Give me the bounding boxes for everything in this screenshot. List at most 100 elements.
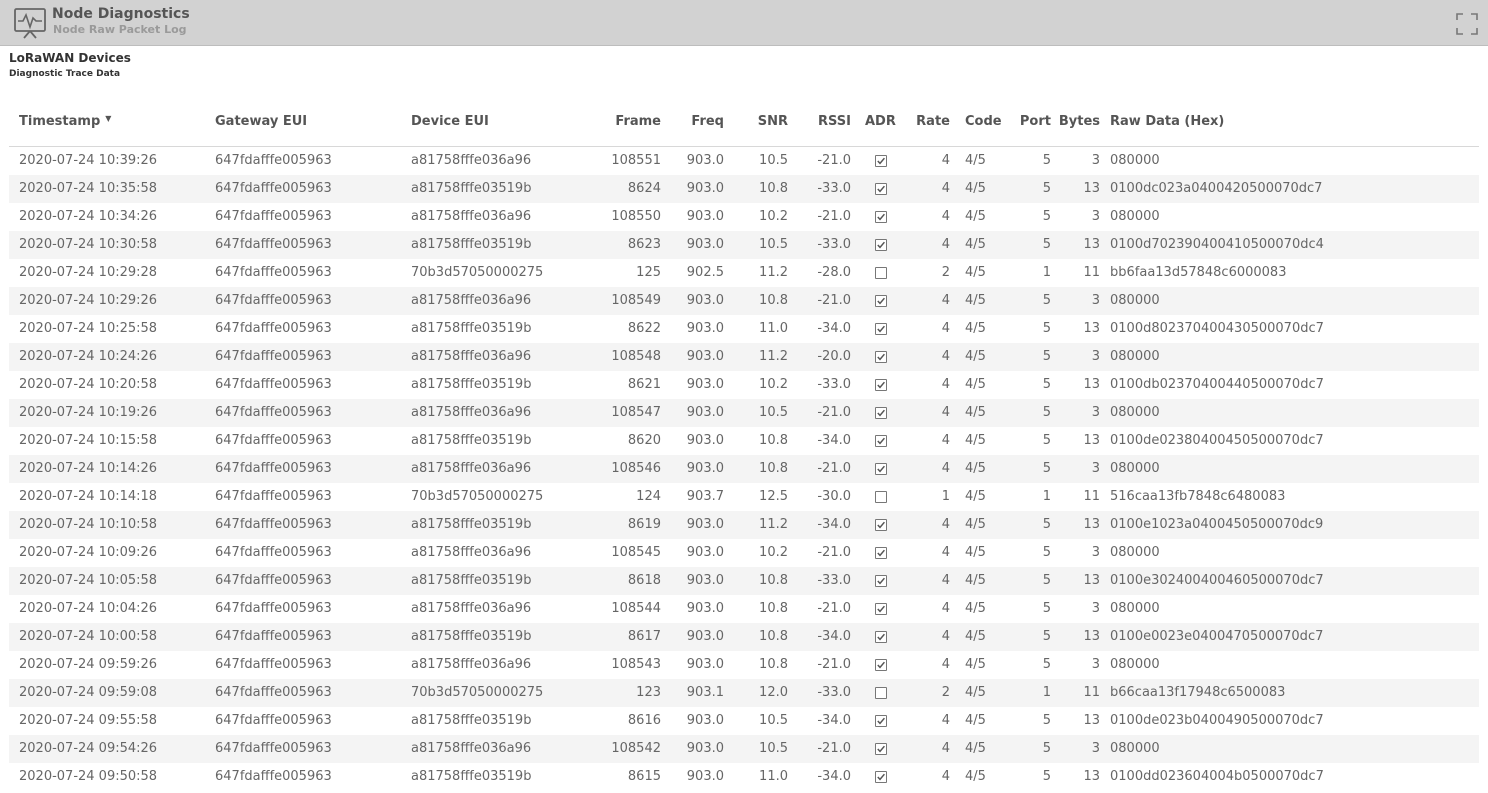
cell-code: 4/5 xyxy=(965,265,986,280)
cell-timestamp: 2020-07-24 10:15:58 xyxy=(19,433,158,448)
cell-raw-data: 0100dd023604004b0500070dc7 xyxy=(1110,769,1324,784)
cell-gateway-eui: 647fdafffe005963 xyxy=(215,629,332,644)
table-row[interactable]: 2020-07-24 10:09:26 647fdafffe005963 a8175… xyxy=(9,539,1479,567)
cell-rate: 4 xyxy=(941,433,950,448)
cell-rssi: -33.0 xyxy=(817,573,851,588)
check-icon xyxy=(877,157,885,165)
table-row[interactable]: 2020-07-24 10:14:18 647fdafffe005963 70b3d… xyxy=(9,483,1479,511)
table-row[interactable]: 2020-07-24 10:35:58 647fdafffe005963 a8175… xyxy=(9,175,1479,203)
table-row[interactable]: 2020-07-24 10:25:58 647fdafffe005963 a8175… xyxy=(9,315,1479,343)
cell-rssi: -33.0 xyxy=(817,181,851,196)
column-header-rate[interactable]: Rate xyxy=(916,114,950,129)
cell-rate: 4 xyxy=(941,349,950,364)
check-icon xyxy=(877,577,885,585)
adr-checkbox-unchecked xyxy=(875,491,887,503)
cell-rate: 4 xyxy=(941,237,950,252)
check-icon xyxy=(877,633,885,641)
cell-freq: 903.0 xyxy=(686,181,724,196)
table-row[interactable]: 2020-07-24 10:29:28 647fdafffe005963 70b3d… xyxy=(9,259,1479,287)
cell-device-eui: a81758fffe036a96 xyxy=(411,153,532,168)
cell-timestamp: 2020-07-24 10:24:26 xyxy=(19,349,158,364)
table-row[interactable]: 2020-07-24 09:50:58 647fdafffe005963 a8175… xyxy=(9,763,1479,791)
table-row[interactable]: 2020-07-24 10:19:26 647fdafffe005963 a8175… xyxy=(9,399,1479,427)
cell-rate: 4 xyxy=(941,517,950,532)
cell-snr: 11.2 xyxy=(759,349,788,364)
cell-code: 4/5 xyxy=(965,601,986,616)
adr-checkbox-checked xyxy=(875,407,887,419)
cell-device-eui: 70b3d57050000275 xyxy=(411,685,544,700)
column-header-raw-data[interactable]: Raw Data (Hex) xyxy=(1110,114,1224,129)
column-header-rssi[interactable]: RSSI xyxy=(818,114,851,129)
table-row[interactable]: 2020-07-24 10:10:58 647fdafffe005963 a8175… xyxy=(9,511,1479,539)
cell-bytes: 13 xyxy=(1083,237,1100,252)
cell-freq: 903.0 xyxy=(686,545,724,560)
table-row[interactable]: 2020-07-24 10:05:58 647fdafffe005963 a8175… xyxy=(9,567,1479,595)
table-row[interactable]: 2020-07-24 09:55:58 647fdafffe005963 a8175… xyxy=(9,707,1479,735)
column-header-bytes[interactable]: Bytes xyxy=(1059,114,1100,129)
cell-freq: 903.0 xyxy=(686,405,724,420)
table-row[interactable]: 2020-07-24 09:54:26 647fdafffe005963 a8175… xyxy=(9,735,1479,763)
column-header-freq[interactable]: Freq xyxy=(691,114,724,129)
cell-rate: 4 xyxy=(941,657,950,672)
cell-raw-data: 080000 xyxy=(1110,657,1160,672)
cell-freq: 903.0 xyxy=(686,629,724,644)
cell-frame: 124 xyxy=(636,489,661,504)
table-row[interactable]: 2020-07-24 10:15:58 647fdafffe005963 a8175… xyxy=(9,427,1479,455)
cell-snr: 10.8 xyxy=(759,461,788,476)
check-icon xyxy=(877,185,885,193)
table-row[interactable]: 2020-07-24 10:39:26 647fdafffe005963 a8175… xyxy=(9,147,1479,175)
column-header-port[interactable]: Port xyxy=(1020,114,1051,129)
cell-device-eui: a81758fffe036a96 xyxy=(411,545,532,560)
cell-rate: 2 xyxy=(941,265,950,280)
cell-gateway-eui: 647fdafffe005963 xyxy=(215,433,332,448)
cell-device-eui: a81758fffe036a96 xyxy=(411,741,532,756)
cell-freq: 903.0 xyxy=(686,461,724,476)
cell-bytes: 3 xyxy=(1091,741,1100,756)
table-row[interactable]: 2020-07-24 10:24:26 647fdafffe005963 a8175… xyxy=(9,343,1479,371)
cell-timestamp: 2020-07-24 10:29:26 xyxy=(19,293,158,308)
table-row[interactable]: 2020-07-24 10:20:58 647fdafffe005963 a8175… xyxy=(9,371,1479,399)
cell-freq: 903.0 xyxy=(686,293,724,308)
fullscreen-icon[interactable] xyxy=(1456,13,1478,35)
column-header-gateway-eui[interactable]: Gateway EUI xyxy=(215,114,307,129)
adr-checkbox-checked xyxy=(875,379,887,391)
cell-freq: 903.0 xyxy=(686,741,724,756)
column-header-adr[interactable]: ADR xyxy=(865,114,896,129)
cell-gateway-eui: 647fdafffe005963 xyxy=(215,685,332,700)
cell-bytes: 13 xyxy=(1083,517,1100,532)
table-row[interactable]: 2020-07-24 10:04:26 647fdafffe005963 a8175… xyxy=(9,595,1479,623)
cell-rssi: -30.0 xyxy=(817,489,851,504)
cell-gateway-eui: 647fdafffe005963 xyxy=(215,153,332,168)
cell-gateway-eui: 647fdafffe005963 xyxy=(215,713,332,728)
cell-frame: 108548 xyxy=(611,349,661,364)
table-row[interactable]: 2020-07-24 10:30:58 647fdafffe005963 a8175… xyxy=(9,231,1479,259)
adr-checkbox-checked xyxy=(875,351,887,363)
cell-port: 5 xyxy=(1042,181,1051,196)
table-row[interactable]: 2020-07-24 10:00:58 647fdafffe005963 a8175… xyxy=(9,623,1479,651)
cell-freq: 903.0 xyxy=(686,769,724,784)
table-row[interactable]: 2020-07-24 10:34:26 647fdafffe005963 a8175… xyxy=(9,203,1479,231)
cell-gateway-eui: 647fdafffe005963 xyxy=(215,181,332,196)
column-header-device-eui[interactable]: Device EUI xyxy=(411,114,489,129)
cell-rssi: -21.0 xyxy=(817,405,851,420)
cell-raw-data: 080000 xyxy=(1110,209,1160,224)
cell-timestamp: 2020-07-24 09:55:58 xyxy=(19,713,158,728)
column-header-snr[interactable]: SNR xyxy=(758,114,788,129)
cell-snr: 12.5 xyxy=(759,489,788,504)
column-header-frame[interactable]: Frame xyxy=(615,114,661,129)
cell-gateway-eui: 647fdafffe005963 xyxy=(215,657,332,672)
cell-code: 4/5 xyxy=(965,545,986,560)
cell-frame: 108551 xyxy=(611,153,661,168)
cell-frame: 8620 xyxy=(627,433,661,448)
cell-snr: 11.0 xyxy=(759,321,788,336)
column-header-timestamp[interactable]: Timestamp ▼ xyxy=(19,114,111,129)
table-row[interactable]: 2020-07-24 10:14:26 647fdafffe005963 a8175… xyxy=(9,455,1479,483)
cell-rssi: -34.0 xyxy=(817,713,851,728)
column-header-code[interactable]: Code xyxy=(965,114,1002,129)
table-row[interactable]: 2020-07-24 10:29:26 647fdafffe005963 a8175… xyxy=(9,287,1479,315)
cell-bytes: 3 xyxy=(1091,657,1100,672)
adr-checkbox-checked xyxy=(875,519,887,531)
table-row[interactable]: 2020-07-24 09:59:08 647fdafffe005963 70b3d… xyxy=(9,679,1479,707)
table-row[interactable]: 2020-07-24 09:59:26 647fdafffe005963 a8175… xyxy=(9,651,1479,679)
cell-raw-data: 0100dc023a0400420500070dc7 xyxy=(1110,181,1323,196)
